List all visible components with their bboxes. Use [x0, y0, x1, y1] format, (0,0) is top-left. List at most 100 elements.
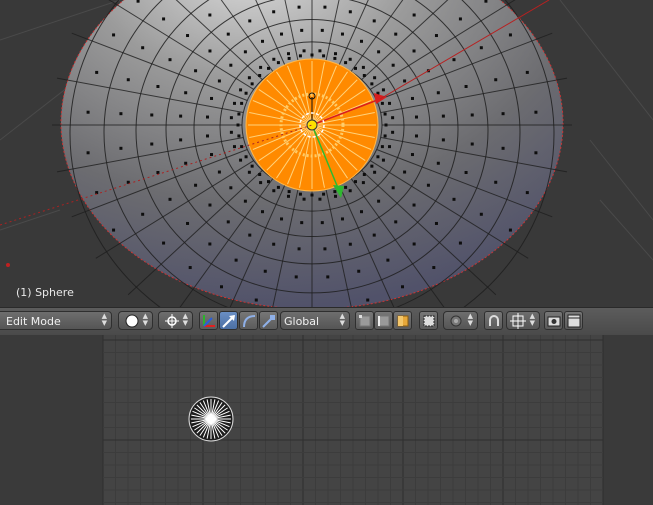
face-dot: [219, 285, 223, 289]
face-dot: [184, 161, 188, 165]
transform-orientation-dropdown[interactable]: Global ▲ ▼: [280, 311, 350, 330]
face-dot: [361, 65, 365, 69]
uv-grid-canvas[interactable]: [0, 335, 653, 505]
face-dot: [458, 241, 462, 245]
face-dot: [323, 247, 327, 251]
snap-target-dropdown[interactable]: ▲ ▼: [506, 311, 540, 330]
face-dot: [287, 190, 291, 194]
face-dot: [383, 134, 387, 138]
face-dot: [229, 116, 233, 120]
face-dot: [380, 145, 384, 149]
face-dot: [259, 181, 263, 185]
face-dot: [386, 258, 390, 262]
viewport-shading-dropdown[interactable]: ▲ ▼: [118, 311, 153, 330]
viewport-grid-line: [599, 199, 653, 261]
uv-editor-area[interactable]: [0, 335, 653, 505]
face-dot: [287, 56, 291, 60]
face-dot: [263, 269, 267, 273]
face-dot: [243, 50, 247, 54]
face-dot: [373, 170, 377, 174]
face-dot: [254, 298, 258, 302]
face-dot: [267, 66, 271, 70]
face-dot: [258, 74, 262, 78]
manipulator-toggle[interactable]: [199, 311, 218, 330]
face-dot: [401, 285, 405, 289]
vertex-select-mode-button[interactable]: [355, 311, 374, 330]
render-animation-button[interactable]: [564, 311, 583, 330]
snap-toggle[interactable]: [484, 311, 503, 330]
face-dot: [372, 19, 376, 23]
mode-dropdown[interactable]: Edit Mode ▲ ▼: [0, 311, 112, 330]
face-select-mode-button[interactable]: [393, 311, 412, 330]
face-dot: [239, 88, 243, 92]
face-dot: [344, 185, 348, 189]
face-dot: [391, 63, 395, 67]
face-dot: [244, 91, 248, 95]
3d-view-header: Edit Mode ▲ ▼ ▲ ▼ ▲ ▼ Global ▲ ▼ ▲ ▼ ▲ ▼: [0, 307, 653, 336]
viewport-grid-line: [0, 209, 61, 231]
dropdown-arrows-icon: ▲ ▼: [529, 312, 535, 327]
face-dot: [168, 58, 172, 62]
face-dot: [383, 112, 387, 116]
edge-select-mode-button[interactable]: [374, 311, 393, 330]
face-dot: [359, 210, 363, 214]
sphere-mesh-view[interactable]: [0, 0, 653, 307]
dropdown-arrows-icon: ▲ ▼: [101, 312, 107, 327]
uv-grid-lines: [102, 335, 604, 505]
face-dot: [272, 242, 276, 246]
face-dot: [380, 101, 384, 105]
proportional-edit-icon: [450, 315, 462, 327]
face-dot: [250, 164, 254, 168]
face-dot: [412, 49, 416, 53]
face-dot: [458, 17, 462, 21]
rotate-icon: [243, 315, 256, 328]
orientation-label: Global: [284, 315, 320, 328]
face-dot: [259, 65, 263, 69]
rotate-manipulator-button[interactable]: [239, 311, 258, 330]
limit-selection-toggle[interactable]: [419, 311, 438, 330]
face-dot: [394, 220, 398, 224]
snap-target-icon: [510, 313, 526, 329]
render-button[interactable]: [544, 311, 563, 330]
face-dot: [286, 52, 290, 56]
translate-icon: [222, 315, 235, 328]
face-dot: [412, 13, 416, 17]
mode-dropdown-label: Edit Mode: [6, 315, 61, 328]
face-dot: [150, 142, 154, 146]
face-dot: [236, 123, 240, 127]
face-dot: [322, 54, 326, 58]
face-dot: [302, 49, 306, 53]
object-name-label: (1) Sphere: [16, 286, 74, 299]
face-dot: [391, 130, 395, 134]
face-dot: [525, 70, 529, 74]
face-dot: [237, 134, 241, 138]
face-dot: [206, 115, 210, 119]
face-dot: [353, 66, 357, 70]
face-dot: [470, 113, 474, 117]
face-dot: [388, 101, 392, 105]
face-dot: [310, 53, 314, 57]
face-dot: [298, 54, 302, 58]
face-dot: [261, 39, 265, 43]
face-dot: [414, 134, 418, 138]
translate-manipulator-button[interactable]: [219, 311, 238, 330]
face-dot: [501, 112, 505, 116]
face-dot: [373, 76, 377, 80]
face-dot: [302, 197, 306, 201]
face-dot: [112, 33, 116, 37]
face-dot: [394, 32, 398, 36]
face-dot: [426, 183, 430, 187]
face-dot: [272, 189, 276, 193]
pivot-point-dropdown[interactable]: ▲ ▼: [158, 311, 193, 330]
face-dot: [436, 91, 440, 95]
face-dot: [348, 57, 352, 61]
dropdown-arrows-icon: ▲ ▼: [339, 312, 345, 327]
face-dot: [272, 10, 276, 14]
scale-manipulator-button[interactable]: [259, 311, 278, 330]
3d-viewport[interactable]: (1) Sphere: [0, 0, 653, 307]
face-dot: [441, 114, 445, 118]
face-dot: [240, 101, 244, 105]
face-dot: [179, 114, 183, 118]
proportional-edit-dropdown[interactable]: ▲ ▼: [443, 311, 478, 330]
render-animation-icon: [567, 314, 581, 328]
